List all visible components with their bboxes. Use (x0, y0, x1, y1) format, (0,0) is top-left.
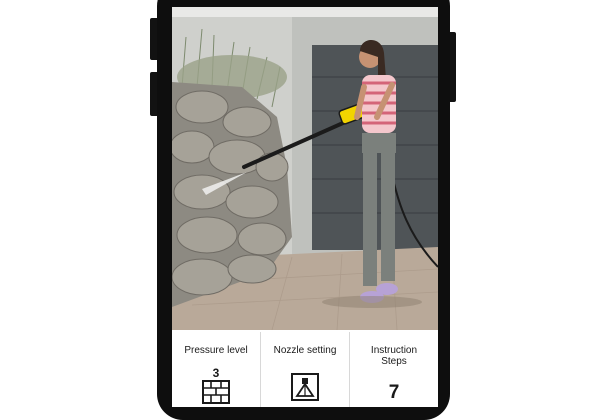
instruction-steps-label: Instruction Steps (370, 345, 418, 367)
pressure-washer-photo (172, 7, 438, 330)
instruction-steps-value: 7 (388, 382, 400, 403)
nozzle-setting-label: Nozzle setting (273, 345, 337, 356)
brick-wall-icon (202, 380, 230, 404)
pressure-level-card[interactable]: Pressure level 3 (172, 332, 260, 407)
spray-nozzle-icon (291, 373, 319, 401)
phone-screen: Pressure level 3 Nozzle setting Instruct… (172, 7, 438, 407)
info-cards: Pressure level 3 Nozzle setting Instruct… (172, 332, 438, 407)
instruction-steps-card[interactable]: Instruction Steps 7 (349, 332, 438, 407)
nozzle-setting-card[interactable]: Nozzle setting (260, 332, 349, 407)
photo-illustration (172, 7, 438, 330)
pressure-level-label: Pressure level (184, 345, 248, 356)
phone-power-button (449, 32, 456, 102)
